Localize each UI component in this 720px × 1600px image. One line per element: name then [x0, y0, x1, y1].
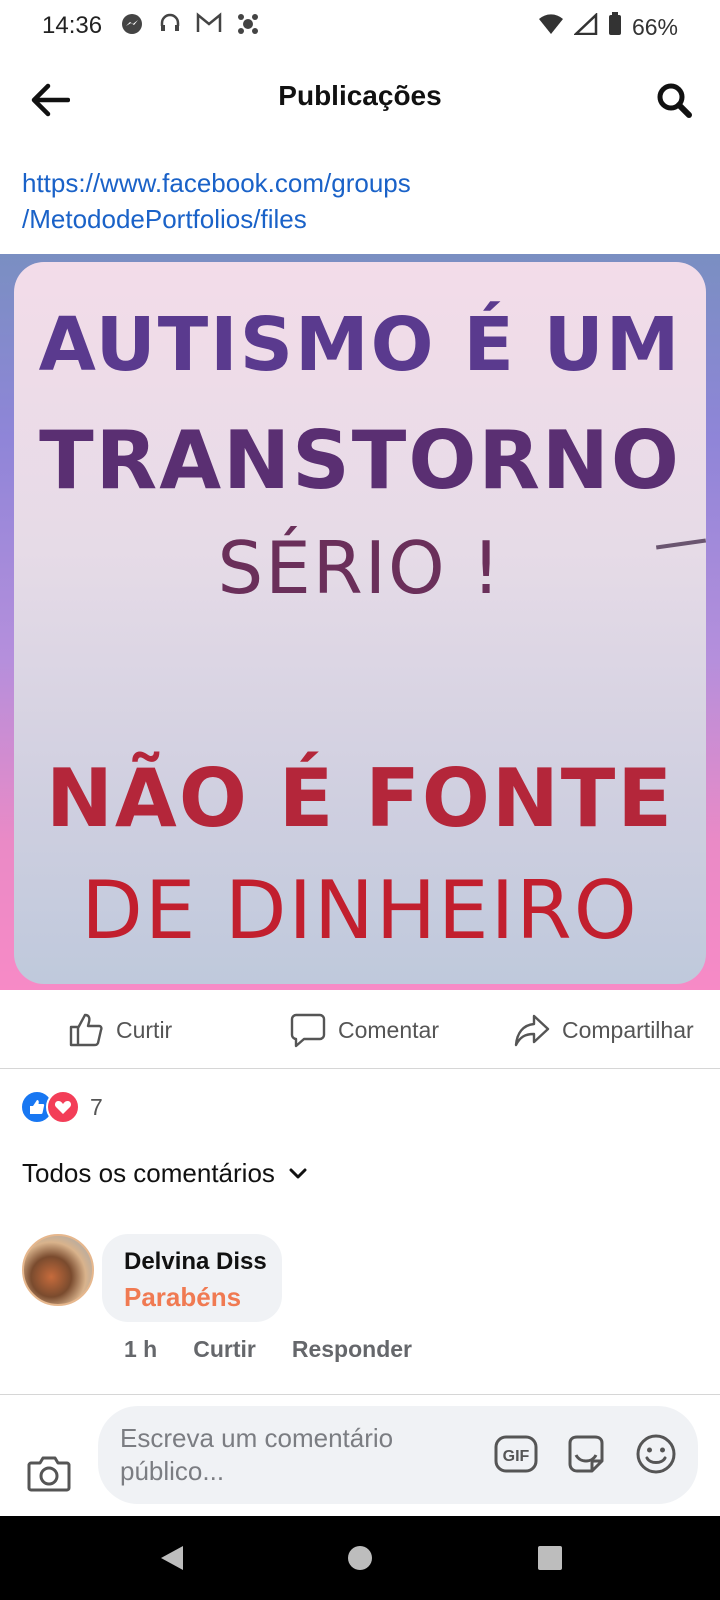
share-label: Compartilhar [562, 1016, 694, 1043]
comment-meta: 1 h Curtir Responder [124, 1336, 412, 1363]
share-arrow-icon [514, 1014, 550, 1047]
signal-icon [572, 12, 598, 41]
battery-percent: 66% [631, 13, 678, 40]
comment-author[interactable]: Delvina Diss [124, 1248, 267, 1276]
share-button[interactable]: Compartilhar [514, 1012, 694, 1048]
nav-back-button[interactable] [150, 1536, 194, 1580]
camera-icon [27, 1456, 71, 1492]
arrow-left-icon [31, 83, 70, 117]
composer-icons: GIF [492, 1430, 680, 1478]
image-text-line3: SÉRIO ! [217, 526, 503, 610]
emoji-icon [636, 1434, 676, 1474]
chevron-down-icon [289, 1168, 307, 1178]
messenger-icon [120, 12, 144, 42]
app-icon [236, 12, 260, 42]
comment-input[interactable] [118, 1420, 502, 1494]
like-button[interactable]: Curtir [68, 1012, 172, 1048]
post-link[interactable]: https://www.facebook.com/groups /Metodod… [22, 165, 682, 237]
post-image-card: AUTISMO É UM TRANSTORNO SÉRIO ! NÃO É FO… [14, 262, 707, 984]
camera-button[interactable] [24, 1448, 74, 1498]
gif-button[interactable]: GIF [492, 1430, 540, 1478]
image-text-line2: TRANSTORNO [39, 414, 681, 507]
status-time: 14:36 [42, 12, 103, 39]
svg-text:GIF: GIF [503, 1448, 530, 1465]
nav-recents-button[interactable] [528, 1536, 572, 1580]
system-navigation-bar [0, 1516, 720, 1600]
wifi-icon [538, 13, 564, 41]
sticker-icon [568, 1435, 604, 1473]
reactions-summary[interactable]: 7 [20, 1090, 103, 1124]
thumbs-up-icon [69, 1013, 103, 1047]
triangle-back-icon [161, 1546, 183, 1570]
image-text-line5: DE DINHEIRO [81, 864, 639, 957]
comment-label: Comentar [338, 1016, 439, 1043]
comments-filter-dropdown[interactable]: Todos os comentários [22, 1158, 307, 1189]
post-link-line2: /MetododePortfolios/files [22, 204, 307, 234]
comment-button[interactable]: Comentar [290, 1012, 439, 1048]
image-text-line1: AUTISMO É UM [38, 302, 682, 388]
image-text-line4: NÃO É FONTE [45, 752, 675, 845]
nav-home-button[interactable] [338, 1536, 382, 1580]
comment-text: Parabéns [124, 1282, 242, 1312]
headset-icon [158, 12, 182, 42]
back-button[interactable] [24, 74, 76, 126]
page-title: Publicações [278, 80, 442, 111]
square-recents-icon [538, 1546, 562, 1570]
reactions-count: 7 [90, 1093, 103, 1120]
status-notification-icons [120, 12, 260, 42]
comments-filter-label: Todos os comentários [22, 1158, 275, 1188]
comment-like-button[interactable]: Curtir [193, 1336, 256, 1363]
search-icon [657, 83, 692, 118]
search-button[interactable] [648, 74, 700, 126]
love-reaction-icon [46, 1090, 80, 1124]
status-system-icons: 66% [538, 12, 678, 42]
post-action-bar: Curtir Comentar Compartilhar [0, 990, 720, 1069]
sticker-button[interactable] [562, 1430, 610, 1478]
comment-time: 1 h [124, 1336, 158, 1362]
gmail-icon [196, 12, 222, 42]
comment-bubble-icon [290, 1013, 326, 1048]
emoji-button[interactable] [632, 1430, 680, 1478]
post-link-line1: https://www.facebook.com/groups [22, 168, 411, 198]
avatar[interactable] [22, 1234, 94, 1306]
comment-input-box[interactable]: GIF [98, 1406, 698, 1504]
comment-reply-button[interactable]: Responder [292, 1336, 412, 1363]
gif-icon: GIF [494, 1435, 538, 1473]
circle-home-icon [348, 1546, 372, 1570]
battery-icon [608, 12, 622, 42]
like-label: Curtir [116, 1016, 173, 1043]
